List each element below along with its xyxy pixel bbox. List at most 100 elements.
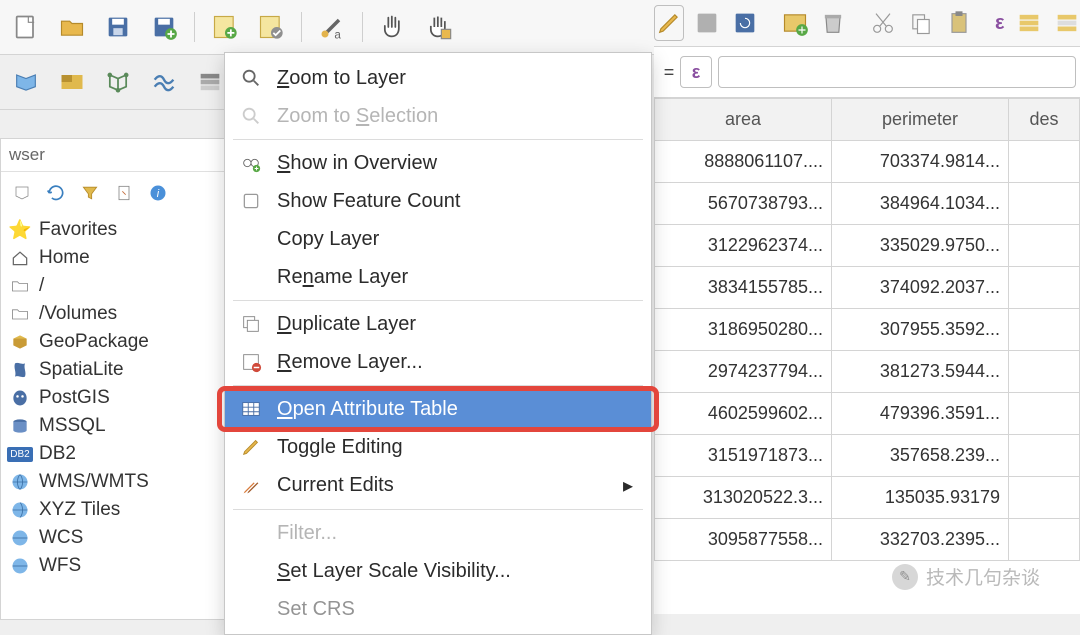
edit-pencil-icon[interactable] [654,5,684,41]
table-row[interactable]: 8888061107....703374.9814... [655,141,1080,183]
add-icon[interactable] [9,180,35,206]
cell-des[interactable] [1009,477,1080,519]
cell-area[interactable]: 3122962374... [655,225,832,267]
cell-area[interactable]: 3186950280... [655,309,832,351]
column-header-des[interactable]: des [1009,99,1080,141]
properties-icon[interactable]: i [145,180,171,206]
cell-des[interactable] [1009,225,1080,267]
cell-des[interactable] [1009,183,1080,225]
cell-area[interactable]: 8888061107.... [655,141,832,183]
tree-item-wcs[interactable]: WCS [5,524,237,552]
cell-perimeter[interactable]: 307955.3592... [832,309,1009,351]
cell-perimeter[interactable]: 381273.5944... [832,351,1009,393]
cell-area[interactable]: 4602599602... [655,393,832,435]
tree-item-db2[interactable]: DB2DB2 [5,440,237,468]
save-edits-icon[interactable] [692,5,722,41]
add-wms-icon[interactable] [146,64,182,100]
menu-toggle-editing[interactable]: Toggle Editing [225,428,651,466]
add-feature-icon[interactable] [780,5,810,41]
cell-des[interactable] [1009,435,1080,477]
tree-item-favorites[interactable]: ⭐Favorites [5,216,237,244]
table-row[interactable]: 3834155785...374092.2037... [655,267,1080,309]
cell-perimeter[interactable]: 374092.2037... [832,267,1009,309]
expression-icon[interactable]: ε [994,5,1006,41]
invert-selection-icon[interactable] [1052,5,1080,41]
tree-item-mssql[interactable]: MSSQL [5,412,237,440]
filter-icon[interactable] [77,180,103,206]
cell-area[interactable]: 3834155785... [655,267,832,309]
table-row[interactable]: 3151971873...357658.239... [655,435,1080,477]
open-project-icon[interactable] [54,9,90,45]
paste-icon[interactable] [944,5,974,41]
cell-perimeter[interactable]: 703374.9814... [832,141,1009,183]
tree-item-postgis[interactable]: PostGIS [5,384,237,412]
cell-area[interactable]: 5670738793... [655,183,832,225]
menu-set-scale-visibility[interactable]: Set Layer Scale Visibility... [225,552,651,590]
cell-perimeter[interactable]: 357658.239... [832,435,1009,477]
cell-perimeter[interactable]: 332703.2395... [832,519,1009,561]
menu-zoom-to-layer[interactable]: Zoom to Layer [225,59,651,97]
cell-area[interactable]: 3151971873... [655,435,832,477]
new-layout-icon[interactable] [207,9,243,45]
new-project-icon[interactable] [8,9,44,45]
add-layer-icon[interactable] [192,64,228,100]
cell-perimeter[interactable]: 384964.1034... [832,183,1009,225]
tree-item-wms[interactable]: WMS/WMTS [5,468,237,496]
tree-item-volumes[interactable]: /Volumes [5,300,237,328]
table-row[interactable]: 3122962374...335029.9750... [655,225,1080,267]
cell-des[interactable] [1009,351,1080,393]
menu-show-overview[interactable]: Show in Overview [225,144,651,182]
cell-perimeter[interactable]: 479396.3591... [832,393,1009,435]
menu-rename-layer[interactable]: Rename Layer [225,258,651,296]
menu-duplicate-layer[interactable]: Duplicate Layer [225,305,651,343]
refresh-icon[interactable] [43,180,69,206]
table-row[interactable]: 2974237794...381273.5944... [655,351,1080,393]
collapse-icon[interactable] [111,180,137,206]
add-raster-icon[interactable] [54,64,90,100]
cell-area[interactable]: 3095877558... [655,519,832,561]
copy-icon[interactable] [906,5,936,41]
reload-icon[interactable] [730,5,760,41]
cell-des[interactable] [1009,309,1080,351]
tree-item-geopackage[interactable]: GeoPackage [5,328,237,356]
layout-manager-icon[interactable] [253,9,289,45]
cell-area[interactable]: 2974237794... [655,351,832,393]
cut-icon[interactable] [868,5,898,41]
select-all-icon[interactable] [1014,5,1044,41]
tree-item-wfs[interactable]: WFS [5,552,237,580]
menu-set-crs[interactable]: Set CRS [225,590,651,628]
menu-show-feature-count[interactable]: Show Feature Count [225,182,651,220]
tree-item-xyz[interactable]: XYZ Tiles [5,496,237,524]
cell-des[interactable] [1009,141,1080,183]
cell-perimeter[interactable]: 335029.9750... [832,225,1009,267]
add-mesh-icon[interactable] [100,64,136,100]
tree-item-home[interactable]: Home [5,244,237,272]
menu-copy-layer[interactable]: Copy Layer [225,220,651,258]
table-row[interactable]: 3095877558...332703.2395... [655,519,1080,561]
pan-selection-icon[interactable] [421,9,457,45]
menu-remove-layer[interactable]: Remove Layer... [225,343,651,381]
delete-feature-icon[interactable] [818,5,848,41]
cell-des[interactable] [1009,393,1080,435]
menu-current-edits[interactable]: Current Edits▸ [225,466,651,505]
style-manager-icon[interactable]: a [314,9,350,45]
pan-icon[interactable] [375,9,411,45]
table-row[interactable]: 313020522.3...135035.93179 [655,477,1080,519]
menu-open-attribute-table[interactable]: Open Attribute Table [225,390,651,428]
table-row[interactable]: 3186950280...307955.3592... [655,309,1080,351]
add-vector-icon[interactable] [8,64,44,100]
save-as-icon[interactable] [146,9,182,45]
table-row[interactable]: 4602599602...479396.3591... [655,393,1080,435]
table-row[interactable]: 5670738793...384964.1034... [655,183,1080,225]
save-icon[interactable] [100,9,136,45]
expression-input[interactable] [718,56,1076,88]
column-header-perimeter[interactable]: perimeter [832,99,1009,141]
cell-des[interactable] [1009,267,1080,309]
cell-area[interactable]: 313020522.3... [655,477,832,519]
tree-item-root[interactable]: / [5,272,237,300]
epsilon-button[interactable]: ε [680,56,712,88]
tree-item-spatialite[interactable]: SpatiaLite [5,356,237,384]
cell-perimeter[interactable]: 135035.93179 [832,477,1009,519]
cell-des[interactable] [1009,519,1080,561]
column-header-area[interactable]: area [655,99,832,141]
